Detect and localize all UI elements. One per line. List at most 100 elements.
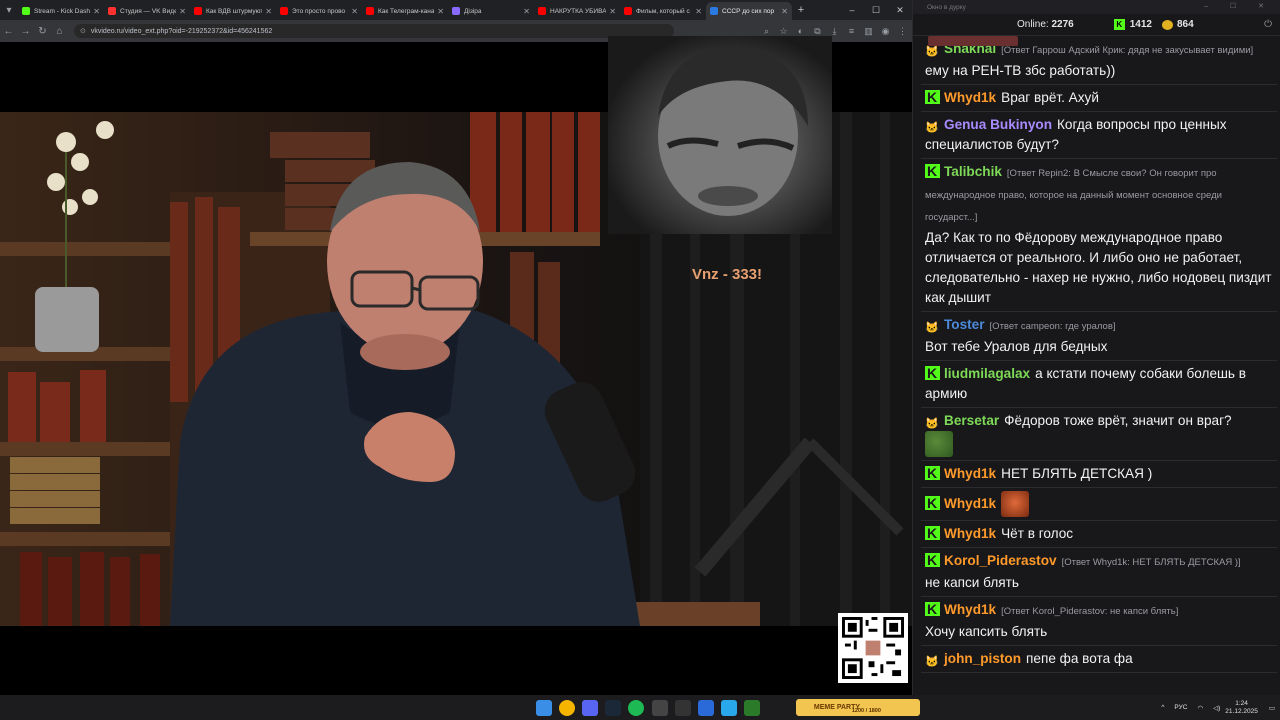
media-player-icon[interactable] [697, 699, 714, 716]
minimize-icon[interactable]: – [840, 5, 864, 16]
tab-title: Stream - Kick Dash [34, 7, 90, 15]
kick-badge-icon [925, 493, 940, 513]
sidebar-icon[interactable]: ▥ [860, 26, 877, 37]
kick-badge-icon [925, 463, 940, 483]
tab-7[interactable]: Фильм, который с ✕ [620, 2, 706, 20]
chat-username[interactable]: liudmilagalax [944, 366, 1030, 381]
tab-close-icon[interactable]: ✕ [179, 7, 186, 16]
bookmark-star-icon[interactable]: ☆ [775, 26, 792, 37]
tab-close-icon[interactable]: ✕ [695, 7, 702, 16]
maximize-icon[interactable]: ☐ [864, 5, 888, 16]
chat-window-title: Окно в дурку [927, 3, 966, 11]
pepe-emote [925, 431, 953, 457]
spotify-icon[interactable] [628, 699, 645, 716]
app-icon[interactable] [674, 699, 691, 716]
download-icon[interactable]: ⤓ [826, 26, 843, 37]
extension-icon[interactable]: ◐ [792, 26, 809, 36]
tab-8[interactable]: СССР до сих пор ✕ [706, 2, 792, 20]
chat-username[interactable]: Toster [944, 317, 985, 332]
new-tab-button[interactable]: + [792, 4, 810, 16]
language-indicator[interactable]: РУС [1174, 704, 1187, 711]
url-input[interactable]: ⊙ vkvideo.ru/video_ext.php?oid=-21925237… [74, 24, 674, 38]
tab-close-icon[interactable]: ✕ [437, 7, 444, 16]
tab-favicon-icon [624, 7, 632, 15]
obs-icon[interactable] [651, 699, 668, 716]
reply-quote: [Ответ campeon: где уралов] [989, 321, 1116, 332]
tab-4[interactable]: Как Телеграм-кана ✕ [362, 2, 448, 20]
tab-close-icon[interactable]: ✕ [609, 7, 616, 16]
stream-overlay-text: Vnz - 333! [692, 266, 763, 283]
volume-icon[interactable]: ◁) [1213, 704, 1220, 712]
chat-message: 🐱 Bersetar Фёдоров тоже врёт, значит он вр… [921, 408, 1277, 461]
steam-icon[interactable] [605, 699, 622, 716]
chat-username[interactable]: Bersetar [944, 413, 999, 428]
platform-icon [1161, 19, 1173, 30]
tray-chevron-icon[interactable]: ^ [1161, 704, 1164, 711]
tab-close-icon[interactable]: ✕ [265, 7, 272, 16]
notification-icon[interactable]: ▭ [1269, 704, 1275, 712]
close-icon[interactable]: ✕ [888, 5, 912, 16]
chat-username[interactable]: Whyd1k [944, 496, 996, 511]
extensions-puzzle-icon[interactable]: ⧉ [809, 26, 826, 37]
chat-username[interactable]: Talibchik [944, 164, 1002, 179]
tab-close-icon[interactable]: ✕ [781, 7, 788, 16]
chat-username[interactable]: john_piston [944, 651, 1021, 666]
profile-icon[interactable]: ◉ [877, 26, 894, 37]
meme-party-progress: 1200 / 1800 [851, 708, 881, 714]
telegram-icon[interactable] [721, 699, 738, 716]
chat-username[interactable]: Whyd1k [944, 466, 996, 481]
chat-text: Фёдоров тоже врёт, значит он враг? [1004, 413, 1232, 428]
chat-message: liudmilagalaxа кстати почему собаки боле… [921, 361, 1277, 408]
settings-icon[interactable]: ⏻ [1264, 19, 1272, 30]
chat-username[interactable]: Whyd1k [944, 90, 996, 105]
tab-close-icon[interactable]: ✕ [523, 7, 530, 16]
media-icon[interactable]: ≡ [843, 26, 860, 36]
reload-icon[interactable]: ↻ [34, 26, 51, 37]
clock[interactable]: 1:24 21.12.2025 [1225, 700, 1258, 716]
reply-quote: [Ответ Korol_Piderastov: не капси блять] [1001, 606, 1179, 617]
chat-window-controls[interactable]: – ☐ ✕ [1204, 2, 1274, 10]
taskbar: MEME PARTY 1200 / 1800 ^ РУС ◠ ◁) 1:24 2… [0, 695, 1280, 720]
tab-1[interactable]: Студия — VK Видео ✕ [104, 2, 190, 20]
chrome-icon[interactable] [558, 699, 575, 716]
tab-search-icon[interactable]: ▾ [0, 0, 18, 20]
url-text: vkvideo.ru/video_ext.php?oid=-219252372&… [90, 27, 273, 35]
site-info-icon[interactable]: ⊙ [80, 27, 86, 35]
tab-close-icon[interactable]: ✕ [351, 7, 358, 16]
tab-close-icon[interactable]: ✕ [93, 7, 100, 16]
chat-message: Whyd1k Чёт в голос [921, 521, 1277, 548]
tab-title: Студия — VK Видео [120, 7, 177, 15]
menu-icon[interactable]: ⋮ [894, 26, 911, 37]
forward-icon[interactable]: → [17, 26, 34, 37]
chat-text: Да? Как то по Фёдорову международное пра… [925, 230, 1272, 305]
network-icon[interactable]: ◠ [1197, 704, 1203, 712]
tab-2[interactable]: Как ВДВ штурмуют ✕ [190, 2, 276, 20]
chat-text: Враг врёт. Ахуй [1001, 90, 1099, 105]
chat-message: 🐱 john_piston пепе фа вота фа [921, 646, 1277, 673]
chat-username[interactable]: Whyd1k [944, 602, 996, 617]
excel-icon[interactable] [744, 699, 761, 716]
tab-title: Как ВДВ штурмуют [206, 7, 263, 15]
qr-code [838, 613, 908, 683]
chat-username[interactable]: Whyd1k [944, 526, 996, 541]
chat-username[interactable]: Korol_Piderastov [944, 553, 1057, 568]
platform-badge-icon: 🐱 [925, 322, 939, 334]
home-icon[interactable]: ⌂ [51, 26, 68, 37]
chat-window-titlebar: Окно в дурку – ☐ ✕ [913, 0, 1280, 14]
kick-badge-icon [925, 550, 940, 570]
tab-favicon-icon [366, 7, 374, 15]
back-icon[interactable]: ← [0, 26, 17, 37]
chat-username[interactable]: Genua Bukinyon [944, 117, 1052, 132]
zoom-icon[interactable]: ⌕ [758, 26, 775, 37]
chat-message: Talibchik[Ответ Repin2: В Смысле свои? О… [921, 159, 1277, 312]
tab-3[interactable]: Это просто прово ✕ [276, 2, 362, 20]
start-icon[interactable] [535, 699, 552, 716]
tab-0[interactable]: Stream - Kick Dash ✕ [18, 2, 104, 20]
tab-6[interactable]: НАКРУТКА УБИВАЕ ✕ [534, 2, 620, 20]
kick-badge-icon [925, 523, 940, 543]
kick-viewers: K 1412 [1113, 19, 1152, 30]
platform-badge-icon: 🐱 [925, 122, 939, 134]
tab-5[interactable]: Дізіра ✕ [448, 2, 534, 20]
discord-icon[interactable] [581, 699, 598, 716]
meme-party-widget[interactable]: MEME PARTY 1200 / 1800 [795, 699, 920, 716]
